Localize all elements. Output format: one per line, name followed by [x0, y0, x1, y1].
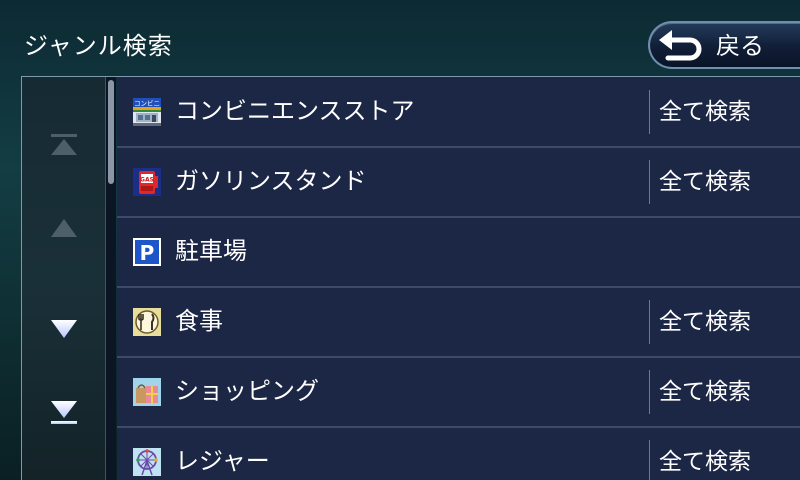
scroll-top-button[interactable] — [34, 125, 94, 169]
genre-list: コンビニ コンビニエンスストア 全て検索 GAS ガソリンスタンド 全て検索 P… — [117, 78, 800, 480]
parking-icon-text: P — [140, 241, 155, 265]
list-item-label: レジャー — [175, 447, 270, 475]
return-arrow-icon — [656, 27, 706, 65]
search-all-button[interactable]: 全て検索 — [650, 288, 800, 356]
scroll-to-bottom-icon — [49, 398, 79, 432]
page-up-button[interactable] — [34, 208, 94, 252]
shopping-icon — [133, 378, 161, 406]
list-item-label: 駐車場 — [175, 237, 247, 265]
page-up-icon — [49, 216, 79, 244]
leisure-icon — [133, 448, 161, 476]
list-item-shopping[interactable]: ショッピング 全て検索 — [117, 358, 800, 428]
list-item-label: コンビニエンスストア — [175, 97, 415, 125]
gas-icon-text: GAS — [140, 177, 154, 184]
page-down-button[interactable] — [34, 309, 94, 353]
search-all-button[interactable]: 全て検索 — [650, 358, 800, 426]
list-item-gas-station[interactable]: GAS ガソリンスタンド 全て検索 — [117, 148, 800, 218]
search-all-button[interactable]: 全て検索 — [650, 148, 800, 216]
convenience-icon-text: コンビニ — [134, 99, 160, 108]
scroll-side-panel — [22, 77, 106, 480]
list-item-convenience-store[interactable]: コンビニ コンビニエンスストア 全て検索 — [117, 78, 800, 148]
scroll-to-top-icon — [49, 131, 79, 163]
page-title: ジャンル検索 — [24, 32, 173, 60]
search-all-button[interactable]: 全て検索 — [650, 428, 800, 480]
list-item-restaurant[interactable]: 食事 全て検索 — [117, 288, 800, 358]
back-button-label: 戻る — [716, 32, 764, 60]
convenience-store-icon: コンビニ — [133, 98, 161, 126]
list-item-label: ガソリンスタンド — [175, 167, 367, 195]
list-item-parking[interactable]: P 駐車場 — [117, 218, 800, 288]
search-all-button[interactable]: 全て検索 — [650, 78, 800, 146]
list-item-leisure[interactable]: レジャー 全て検索 — [117, 428, 800, 480]
scroll-bottom-button[interactable] — [34, 393, 94, 437]
list-item-label: ショッピング — [175, 377, 319, 405]
header-bar: ジャンル検索 戻る — [0, 0, 800, 78]
back-button[interactable]: 戻る — [648, 21, 800, 69]
parking-icon: P — [133, 238, 161, 266]
list-item-label: 食事 — [175, 307, 223, 335]
scrollbar-thumb[interactable] — [108, 80, 114, 184]
restaurant-icon — [133, 308, 161, 336]
page-down-icon — [49, 317, 79, 345]
gas-station-icon: GAS — [133, 168, 161, 196]
